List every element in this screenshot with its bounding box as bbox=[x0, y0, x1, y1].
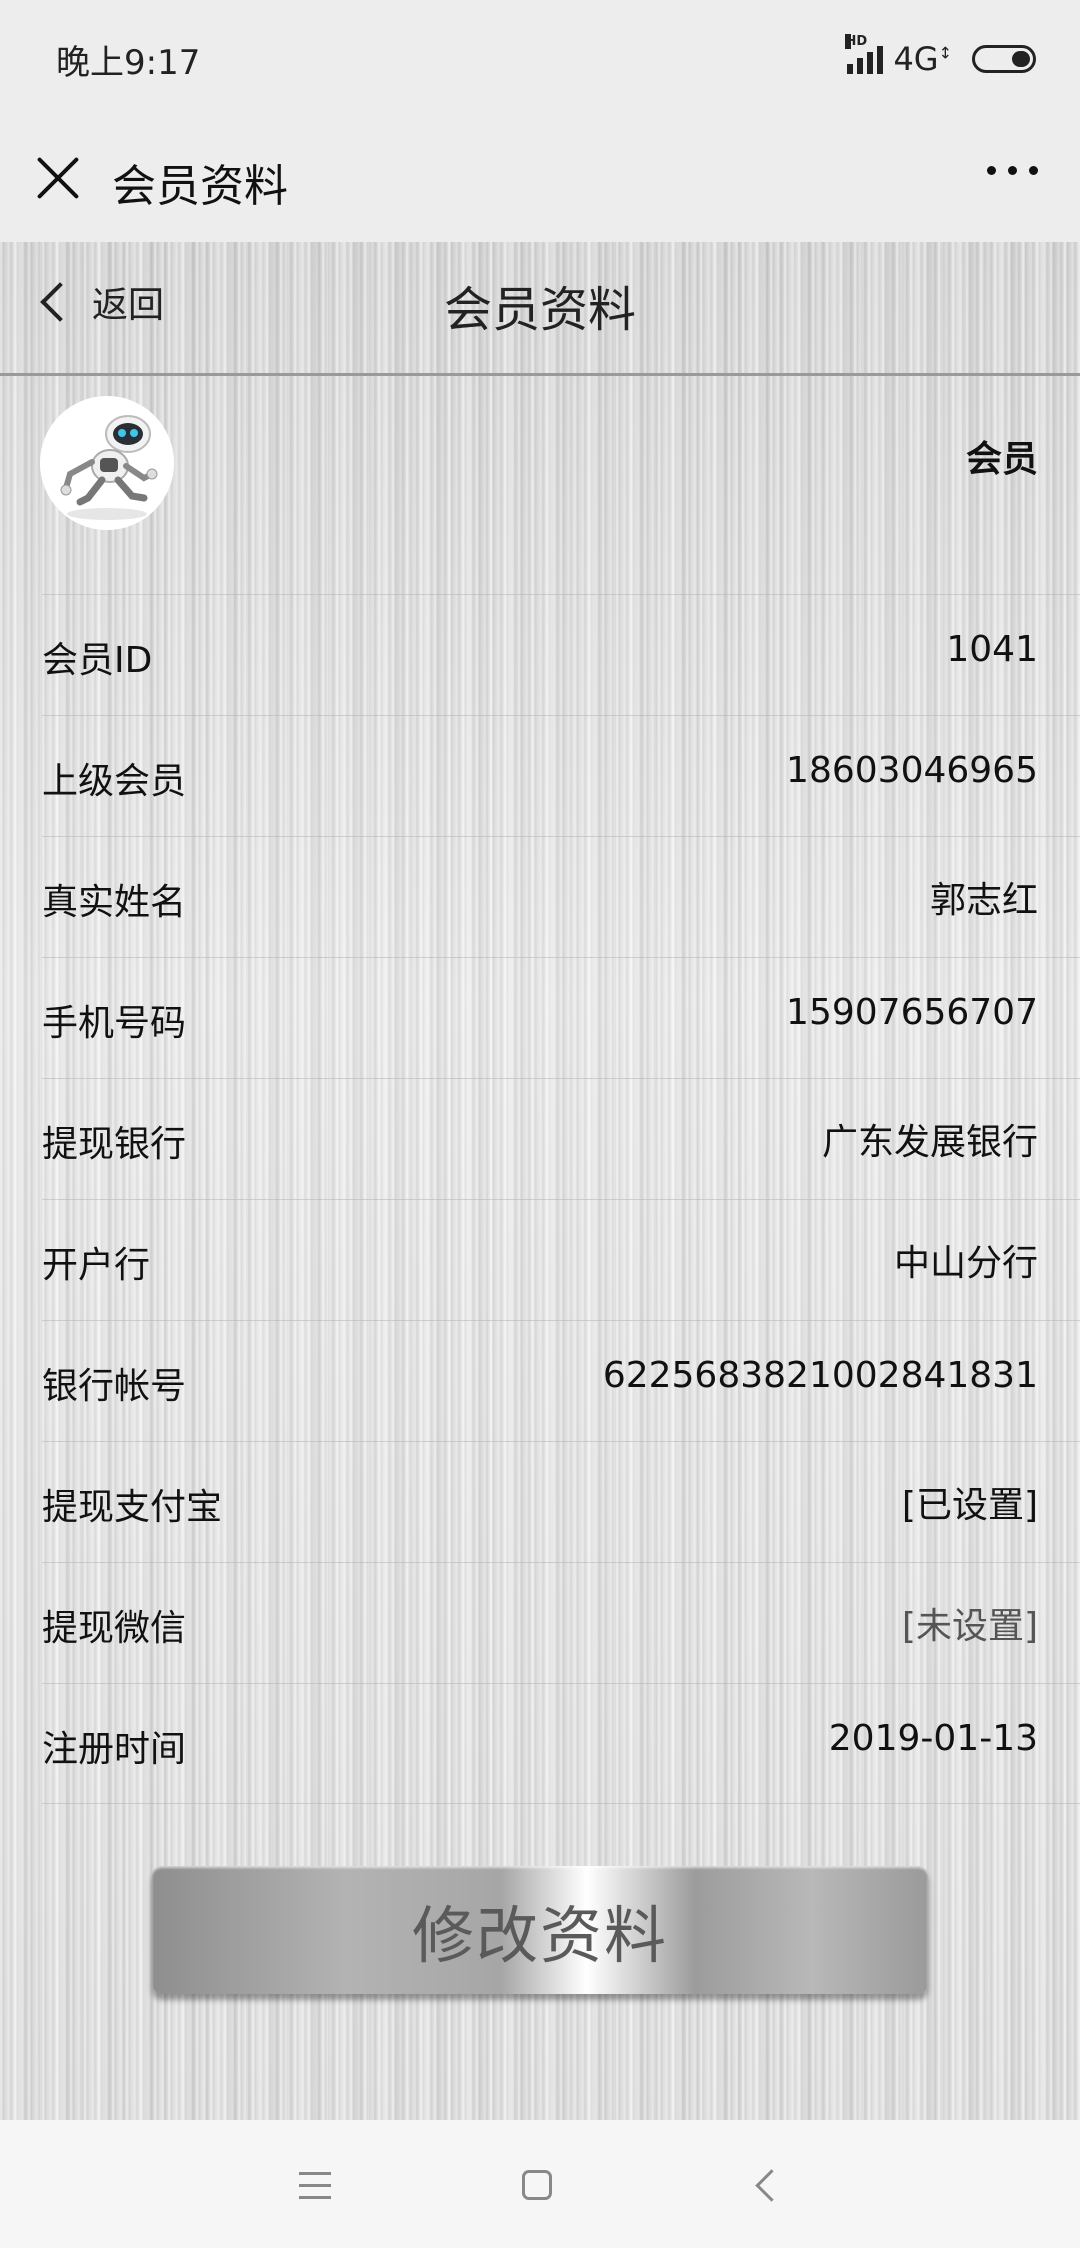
info-label: 提现微信 bbox=[42, 1608, 187, 1649]
profile-row: 会员 bbox=[0, 376, 1080, 536]
info-label: 手机号码 bbox=[42, 1003, 187, 1044]
avatar bbox=[40, 396, 174, 530]
signal-icon: HD bbox=[845, 34, 884, 74]
page-title: 会员资料 bbox=[443, 282, 636, 338]
page-header: 返回 会员资料 bbox=[0, 242, 1080, 376]
info-row-register-date: 注册时间 2019-01-13 bbox=[42, 1683, 1080, 1804]
info-row-member-id: 会员ID 1041 bbox=[42, 594, 1080, 715]
info-value: 1041 bbox=[946, 629, 1038, 670]
network-type: 4G↕ bbox=[893, 40, 952, 78]
status-icons: HD 4G↕ bbox=[845, 34, 1036, 78]
member-info-list: 会员ID 1041 上级会员 18603046965 真实姓名 郭志红 手机号码… bbox=[0, 594, 1080, 1804]
menu-icon[interactable] bbox=[299, 2172, 331, 2208]
info-label: 会员ID bbox=[42, 640, 153, 681]
info-label: 上级会员 bbox=[42, 761, 187, 802]
wechat-page-title: 会员资料 bbox=[112, 161, 288, 212]
info-row-parent-member: 上级会员 18603046965 bbox=[42, 715, 1080, 836]
info-label: 提现支付宝 bbox=[42, 1487, 223, 1528]
info-row-phone: 手机号码 15907656707 bbox=[42, 957, 1080, 1078]
info-row-alipay[interactable]: 提现支付宝 [已设置] bbox=[42, 1441, 1080, 1562]
info-value: 中山分行 bbox=[893, 1243, 1038, 1284]
info-label: 银行帐号 bbox=[42, 1366, 187, 1407]
edit-profile-label: 修改资料 bbox=[411, 1899, 668, 1972]
info-row-wechat[interactable]: 提现微信 [未设置] bbox=[42, 1562, 1080, 1683]
navigation-bar bbox=[0, 2120, 1080, 2248]
close-icon[interactable] bbox=[34, 154, 82, 202]
info-row-branch: 开户行 中山分行 bbox=[42, 1199, 1080, 1320]
info-value: 郭志红 bbox=[929, 880, 1038, 921]
back-icon[interactable] bbox=[755, 2169, 788, 2202]
status-bar: 晚上9:17 HD 4G↕ bbox=[0, 0, 1080, 118]
info-value: 15907656707 bbox=[786, 992, 1038, 1033]
edit-profile-button[interactable]: 修改资料 bbox=[152, 1866, 928, 1994]
home-icon[interactable] bbox=[522, 2170, 552, 2200]
page-content: 返回 会员资料 会员 会员ID 1041 上级会员 18603046965 真实… bbox=[0, 242, 1080, 2120]
info-value: 2019-01-13 bbox=[828, 1718, 1038, 1759]
info-row-bank-account: 银行帐号 6225683821002841831 bbox=[42, 1320, 1080, 1441]
info-value: 6225683821002841831 bbox=[602, 1355, 1038, 1396]
member-type: 会员 bbox=[965, 439, 1038, 480]
info-label: 真实姓名 bbox=[42, 882, 187, 923]
wechat-status[interactable]: [未设置] bbox=[902, 1597, 1038, 1649]
wechat-title-bar: 会员资料 bbox=[0, 118, 1080, 242]
info-value: 18603046965 bbox=[786, 750, 1038, 791]
info-value: 广东发展银行 bbox=[821, 1122, 1038, 1163]
info-row-withdraw-bank: 提现银行 广东发展银行 bbox=[42, 1078, 1080, 1199]
info-label: 提现银行 bbox=[42, 1124, 187, 1165]
info-label: 注册时间 bbox=[42, 1729, 187, 1770]
info-label: 开户行 bbox=[42, 1245, 151, 1286]
status-time: 晚上9:17 bbox=[56, 42, 201, 83]
hd-label: HD bbox=[845, 34, 868, 49]
robot-avatar-icon bbox=[40, 396, 174, 530]
more-options-icon[interactable] bbox=[987, 166, 1038, 175]
battery-icon bbox=[972, 45, 1036, 73]
alipay-status[interactable]: [已设置] bbox=[902, 1476, 1038, 1528]
info-row-real-name: 真实姓名 郭志红 bbox=[42, 836, 1080, 957]
